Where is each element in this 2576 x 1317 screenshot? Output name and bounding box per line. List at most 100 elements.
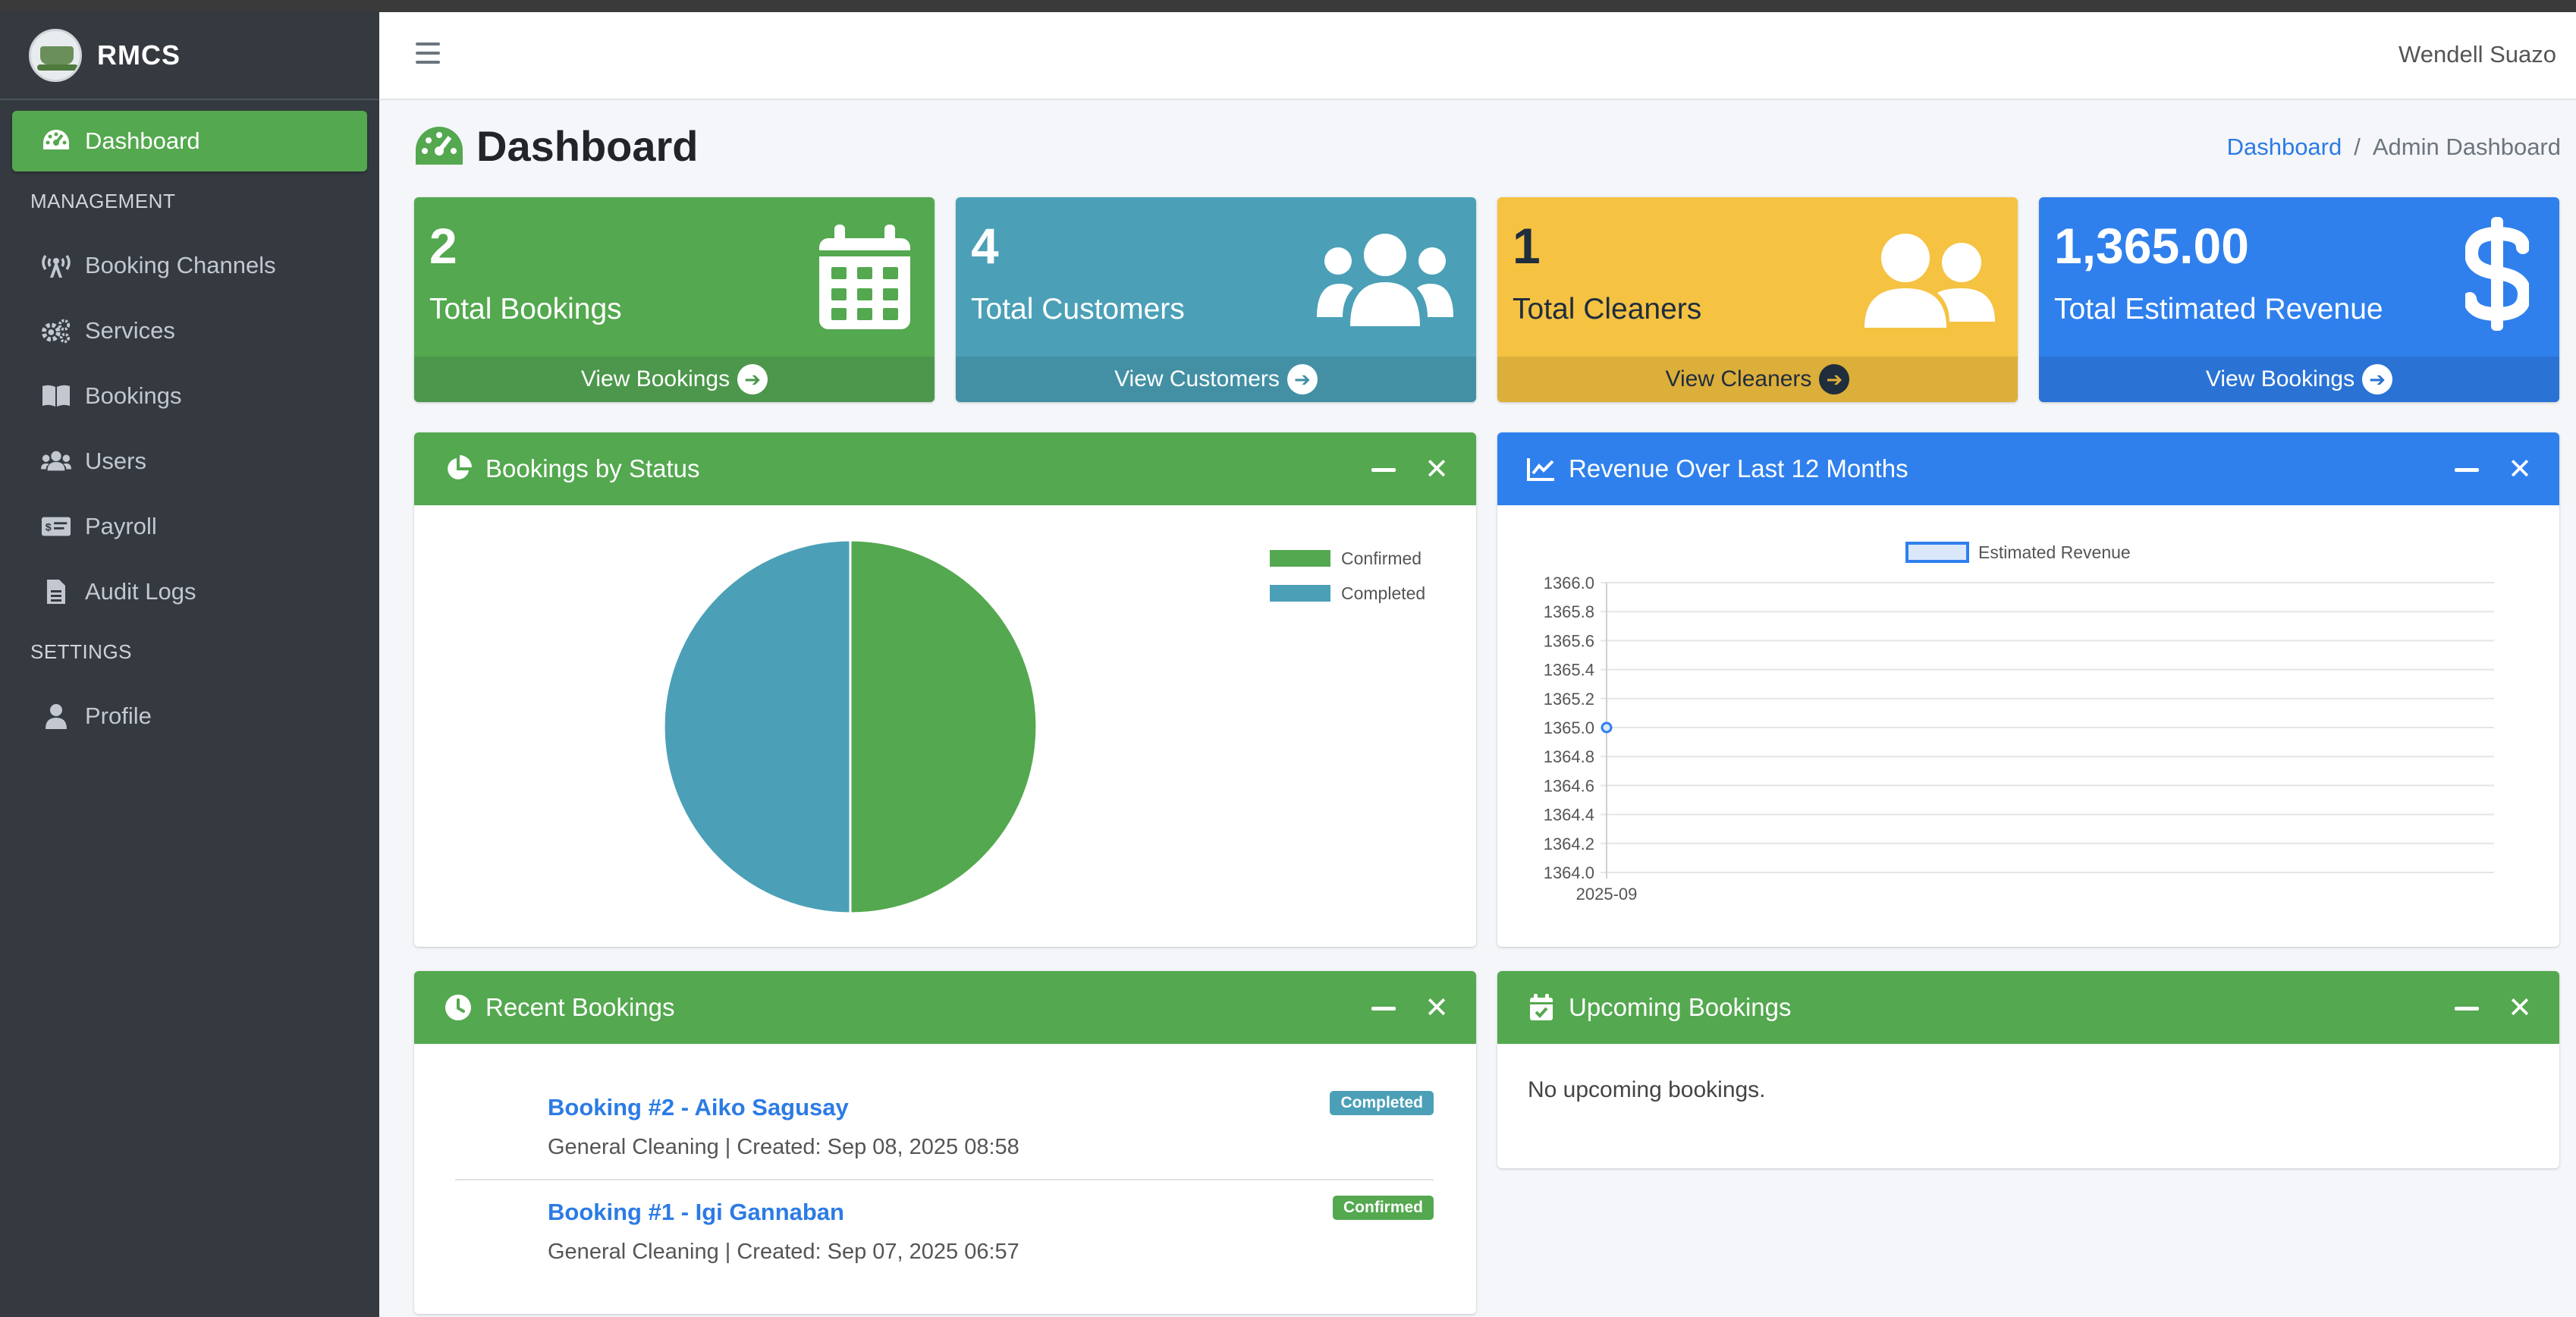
collapse-icon[interactable] [2455,1006,2480,1011]
menu-toggle-icon[interactable] [416,42,440,64]
brand[interactable]: RMCS [0,12,379,100]
view-bookings-link[interactable]: View Bookings ➔ [2039,357,2559,402]
y-tick-label: 1366.0 [1544,574,1594,592]
users-icon [1317,232,1453,330]
y-tick-label: 1364.6 [1544,776,1594,795]
money-check-icon: $ [41,511,71,542]
sidebar-item-label: Payroll [85,513,157,539]
status-badge: Completed [1330,1091,1434,1115]
card-header: Bookings by Status ✕ [414,432,1476,505]
card-recent-bookings: Recent Bookings ✕ Booking #2 - Aiko Sagu… [414,971,1476,1314]
x-tick-label: 2025-09 [1576,885,1638,904]
sidebar-item-label: Bookings [85,382,182,409]
breadcrumb-current: Admin Dashboard [2372,134,2561,160]
stat-label: Total Estimated Revenue [2054,293,2383,325]
stat-value: 2 [429,218,457,274]
legend-swatch [1270,585,1330,602]
collapse-icon[interactable] [1371,1006,1396,1011]
card-title: Upcoming Bookings [1569,993,1792,1021]
y-tick-label: 1364.2 [1544,835,1594,853]
status-badge: Confirmed [1333,1196,1434,1220]
view-cleaners-link[interactable]: View Cleaners ➔ [1497,357,2018,402]
page-title: Dashboard [476,122,699,170]
sidebar: RMCS Dashboard MANAGEMENT Booking Channe… [0,12,379,1317]
legend-label[interactable]: Completed [1341,583,1425,603]
chart-pie-icon [443,454,473,484]
stat-value: 1,365.00 [2054,218,2249,274]
sidebar-header-management: MANAGEMENT [30,189,176,212]
card-title: Recent Bookings [485,993,675,1021]
card-upcoming-bookings: Upcoming Bookings ✕ No upcoming bookings… [1497,971,2559,1168]
calendar-check-icon [1526,992,1557,1023]
broadcast-tower-icon [41,250,71,281]
arrow-circle-right-icon: ➔ [737,364,768,394]
data-point[interactable] [1601,721,1613,734]
pie-slice-confirmed[interactable] [849,539,1038,915]
collapse-icon[interactable] [1371,467,1396,472]
sidebar-item-services[interactable]: Services [12,300,367,361]
close-icon[interactable]: ✕ [2508,994,2532,1023]
y-tick-label: 1365.2 [1544,690,1594,709]
clock-icon [443,992,473,1023]
sidebar-item-users[interactable]: Users [12,431,367,492]
stat-label: Total Cleaners [1513,293,1702,325]
booking-link[interactable]: Booking #1 - Igi Gannaban [548,1199,1434,1226]
stat-value: 4 [971,218,999,274]
y-tick-label: 1364.8 [1544,747,1594,766]
y-tick-label: 1364.4 [1544,806,1594,825]
sidebar-item-booking-channels[interactable]: Booking Channels [12,235,367,296]
close-icon[interactable]: ✕ [1425,994,1449,1023]
book-icon [41,381,71,411]
pie-slice-completed[interactable] [662,539,852,915]
legend-label[interactable]: Confirmed [1341,548,1422,568]
user-menu[interactable]: Wendell Suazo [2399,41,2556,68]
booking-link[interactable]: Booking #2 - Aiko Sagusay [548,1094,1434,1121]
user-icon [41,701,71,731]
page-header: Dashboard [414,121,699,171]
list-item: Booking #2 - Aiko Sagusay General Cleani… [455,1091,1434,1160]
sidebar-item-label: Dashboard [85,127,200,154]
booking-details: General Cleaning | Created: Sep 08, 2025… [548,1135,1019,1159]
empty-state-message: No upcoming bookings. [1528,1077,1766,1102]
card-tools: ✕ [2455,455,2532,484]
file-icon [41,577,71,607]
window-top-bar [0,0,2576,12]
sidebar-item-bookings[interactable]: Bookings [12,366,367,426]
arrow-circle-right-icon: ➔ [2362,364,2393,394]
breadcrumb-home-link[interactable]: Dashboard [2227,134,2342,160]
collapse-icon[interactable] [2455,467,2480,472]
close-icon[interactable]: ✕ [2508,455,2532,484]
dollar-icon [2463,217,2532,335]
sidebar-item-dashboard[interactable]: Dashboard [12,111,367,171]
sidebar-item-audit-logs[interactable]: Audit Logs [12,561,367,622]
y-tick-label: 1365.8 [1544,602,1594,621]
y-tick-label: 1365.4 [1544,661,1594,680]
y-tick-label: 1364.0 [1544,863,1594,882]
tachometer-icon [414,125,464,168]
close-icon[interactable]: ✕ [1425,455,1449,484]
stat-box-total-customers: 4 Total Customers View Customers ➔ [956,197,1476,402]
card-title: Revenue Over Last 12 Months [1569,454,1908,482]
sidebar-item-label: Services [85,317,175,344]
arrow-circle-right-icon: ➔ [1286,364,1318,394]
divider [455,1179,1434,1180]
view-customers-link[interactable]: View Customers ➔ [956,357,1476,402]
view-bookings-link[interactable]: View Bookings ➔ [414,357,935,402]
card-header: Revenue Over Last 12 Months ✕ [1497,432,2559,505]
top-navbar: Wendell Suazo [379,12,2576,100]
sidebar-item-payroll[interactable]: $ Payroll [12,496,367,557]
brand-name: RMCS [97,39,181,71]
sidebar-nav: Dashboard MANAGEMENT Booking Channels Se… [0,111,379,747]
cogs-icon [41,316,71,346]
brand-logo [29,29,82,82]
card-header: Recent Bookings ✕ [414,971,1476,1044]
legend-label[interactable]: Estimated Revenue [1978,542,2131,562]
booking-details: General Cleaning | Created: Sep 07, 2025… [548,1240,1019,1264]
sidebar-item-label: Profile [85,703,152,729]
legend-swatch [1905,542,1969,563]
sidebar-item-profile[interactable]: Profile [12,686,367,747]
svg-text:$: $ [46,522,52,534]
breadcrumb: Dashboard / Admin Dashboard [2226,134,2561,160]
sidebar-item-label: Audit Logs [85,578,196,605]
card-header: Upcoming Bookings ✕ [1497,971,2559,1044]
